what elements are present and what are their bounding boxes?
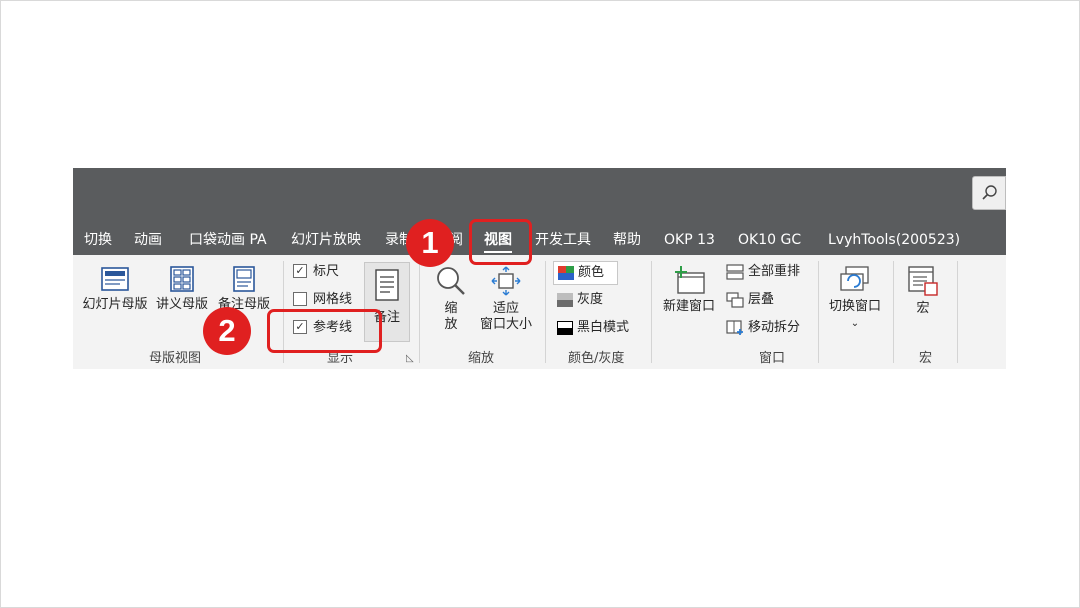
magnifier-icon — [437, 267, 465, 295]
ruler-checkbox[interactable]: ✓ 标尺 — [293, 261, 339, 283]
search-button[interactable] — [972, 176, 1006, 210]
handout-master-button[interactable]: 讲义母版 — [153, 265, 211, 313]
new-window-button[interactable]: 新建窗口 — [659, 265, 719, 315]
zoom-button[interactable]: 缩 放 — [431, 265, 471, 333]
tab-transitions[interactable]: 切换 — [84, 228, 112, 252]
arrange-all-icon — [726, 263, 744, 280]
group-separator — [893, 261, 894, 363]
step-badge-1: 1 — [406, 219, 454, 267]
group-separator — [651, 261, 652, 363]
zoom-label-line2: 放 — [444, 317, 458, 332]
macros-label: 宏 — [916, 301, 930, 316]
new-window-label: 新建窗口 — [662, 299, 715, 314]
tab-okp[interactable]: OKP 13 — [664, 228, 715, 252]
grayscale-button[interactable]: 灰度 — [557, 289, 603, 311]
gridlines-checkbox[interactable]: 网格线 — [293, 289, 352, 311]
title-bar: 切换 动画 口袋动画 PA 幻灯片放映 录制 审阅 视图 开发工具 帮助 OKP… — [73, 168, 1006, 255]
black-white-button[interactable]: 黑白模式 — [557, 317, 629, 339]
switch-windows-label: 切换窗口 — [828, 299, 881, 314]
new-window-icon — [675, 266, 705, 294]
tab-pocket-animation[interactable]: 口袋动画 PA — [189, 228, 267, 252]
macros-button[interactable]: 宏 — [903, 265, 943, 317]
ruler-check-box[interactable]: ✓ — [293, 263, 307, 278]
group-separator — [545, 261, 546, 363]
fit-label-line2: 窗口大小 — [479, 317, 532, 332]
move-split-button[interactable]: 移动拆分 — [726, 317, 800, 339]
cascade-label: 层叠 — [748, 292, 775, 307]
ruler-label: 标尺 — [313, 264, 340, 279]
move-split-icon — [726, 319, 743, 335]
group-label-window: 窗口 — [759, 351, 786, 366]
view-tab-highlight — [469, 219, 532, 265]
group-label-macros: 宏 — [919, 351, 933, 366]
arrange-all-button[interactable]: 全部重排 — [726, 261, 800, 283]
gridlines-check-box[interactable] — [293, 291, 307, 306]
slide-master-button[interactable]: 幻灯片母版 — [79, 265, 151, 313]
handout-master-icon — [170, 266, 194, 292]
grayscale-icon — [557, 292, 573, 307]
group-separator — [818, 261, 819, 363]
tab-developer[interactable]: 开发工具 — [535, 228, 591, 252]
color-label: 颜色 — [578, 265, 605, 280]
group-label-color: 颜色/灰度 — [568, 351, 625, 366]
macros-icon — [908, 266, 938, 296]
black-white-label: 黑白模式 — [577, 320, 630, 335]
tab-lvyhtools[interactable]: LvyhTools(200523) — [828, 228, 960, 252]
slide-master-icon — [101, 267, 129, 291]
grayscale-label: 灰度 — [577, 292, 604, 307]
fit-label-line1: 适应 — [492, 301, 519, 316]
tab-help[interactable]: 帮助 — [613, 228, 641, 252]
search-icon — [982, 185, 997, 200]
arrange-all-label: 全部重排 — [748, 264, 801, 279]
tab-ok10[interactable]: OK10 GC — [738, 228, 801, 252]
notes-icon — [375, 269, 399, 301]
group-separator — [957, 261, 958, 363]
group-label-zoom: 缩放 — [468, 351, 495, 366]
color-swatch-icon — [558, 265, 574, 280]
move-split-label: 移动拆分 — [748, 320, 801, 335]
notes-master-icon — [233, 266, 255, 292]
guides-highlight — [267, 309, 382, 353]
cascade-icon — [726, 291, 744, 308]
group-label-master-views: 母版视图 — [149, 351, 202, 366]
notes-master-button[interactable]: 备注母版 — [215, 265, 273, 313]
cascade-button[interactable]: 层叠 — [726, 289, 774, 311]
switch-windows-button[interactable]: 切换窗口 ⌄ — [824, 265, 886, 332]
step-badge-2: 2 — [203, 307, 251, 355]
fit-window-icon — [491, 266, 521, 296]
black-white-icon — [557, 320, 573, 335]
group-separator — [419, 261, 420, 363]
dialog-launcher-icon[interactable]: ◺ — [406, 353, 414, 364]
fit-to-window-button[interactable]: 适应 窗口大小 — [475, 265, 537, 333]
zoom-label-line1: 缩 — [444, 301, 458, 316]
handout-master-label: 讲义母版 — [155, 297, 208, 312]
chevron-down-icon: ⌄ — [850, 318, 860, 329]
tab-animations[interactable]: 动画 — [134, 228, 162, 252]
slide-master-label: 幻灯片母版 — [82, 297, 148, 312]
switch-windows-icon — [840, 266, 869, 291]
color-button[interactable]: 颜色 — [553, 261, 618, 285]
ribbon-tabs: 切换 动画 口袋动画 PA 幻灯片放映 录制 审阅 视图 开发工具 帮助 OKP… — [73, 224, 1006, 254]
gridlines-label: 网格线 — [313, 292, 353, 307]
tab-slideshow[interactable]: 幻灯片放映 — [291, 228, 361, 252]
